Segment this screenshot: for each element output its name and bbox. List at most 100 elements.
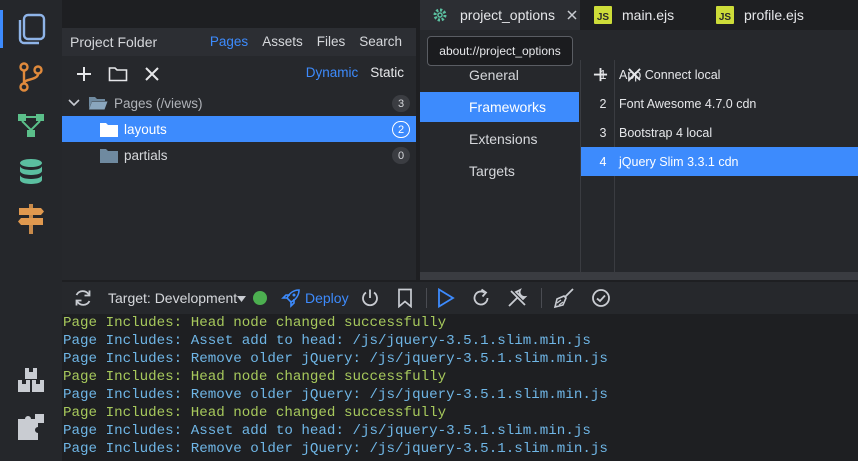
library-number: 2 xyxy=(599,96,607,111)
tools-icon xyxy=(508,288,528,307)
library-row[interactable]: 4 jQuery Slim 3.3.1 cdn xyxy=(581,147,858,176)
bookmark-icon xyxy=(398,288,412,308)
log-line: Page Includes: Asset add to head: /js/jq… xyxy=(63,333,591,349)
project-folder-panel: Project Folder Pages Assets Files Search… xyxy=(62,28,416,280)
plugins-icon[interactable] xyxy=(14,410,48,444)
tree-item-label: layouts xyxy=(124,121,167,137)
toolbar-divider xyxy=(541,288,542,308)
delete-button[interactable] xyxy=(140,62,164,86)
database-icon[interactable] xyxy=(14,156,48,190)
validate-button[interactable] xyxy=(590,287,612,309)
mode-static[interactable]: Static xyxy=(370,65,404,80)
gear-icon xyxy=(433,8,447,22)
library-name: jQuery Slim 3.3.1 cdn xyxy=(619,154,739,169)
redo-icon xyxy=(473,288,489,306)
library-row[interactable]: 2 Font Awesome 4.7.0 cdn xyxy=(581,89,858,118)
count-badge: 0 xyxy=(392,147,410,164)
add-page-button[interactable] xyxy=(72,62,96,86)
folder-open-icon xyxy=(89,97,108,110)
refresh-button[interactable] xyxy=(72,287,94,309)
log-line: Page Includes: Head node changed success… xyxy=(63,369,447,385)
project-folder-title: Project Folder xyxy=(70,34,158,50)
mode-toggle: Dynamic Static xyxy=(306,65,404,80)
pages-icon[interactable] xyxy=(14,12,48,46)
count-badge: 3 xyxy=(392,95,410,112)
bookmark-button[interactable] xyxy=(394,287,416,309)
active-indicator xyxy=(0,10,3,48)
rocket-icon[interactable] xyxy=(280,287,302,309)
tab-label: main.ejs xyxy=(622,7,675,23)
library-name: Bootstrap 4 local xyxy=(619,125,713,140)
power-button[interactable] xyxy=(359,287,381,309)
tree-item-partials[interactable]: partials 0 xyxy=(62,142,416,168)
tab-tooltip: about://project_options xyxy=(427,36,573,66)
log-line: Page Includes: Head node changed success… xyxy=(63,405,447,421)
log-line: Page Includes: Remove older jQuery: /js/… xyxy=(63,387,608,403)
tab-project-options[interactable]: project_options xyxy=(420,0,580,30)
tab-search[interactable]: Search xyxy=(359,34,402,49)
count-badge: 2 xyxy=(392,121,410,138)
folder-icon xyxy=(100,122,118,137)
mode-dynamic[interactable]: Dynamic xyxy=(306,65,359,80)
nav-frameworks[interactable]: Frameworks xyxy=(420,92,579,122)
clean-button[interactable] xyxy=(553,287,575,309)
options-footer xyxy=(420,272,858,280)
library-row[interactable]: 3 Bootstrap 4 local xyxy=(581,118,858,147)
editor-tab-bar: project_options JS main.ejs JS profile.e… xyxy=(420,0,858,30)
plus-icon xyxy=(77,67,91,81)
library-number: 1 xyxy=(599,67,607,82)
git-branch-icon[interactable] xyxy=(14,60,48,94)
target-select[interactable]: Target: Development xyxy=(108,290,237,306)
tree-item-label: Pages (/views) xyxy=(114,95,203,111)
project-folder-tabs: Pages Assets Files Search xyxy=(210,34,402,49)
library-name: App Connect local xyxy=(619,67,721,82)
library-row[interactable]: 1 App Connect local xyxy=(581,60,858,89)
tree-item-layouts[interactable]: layouts 2 xyxy=(62,116,416,142)
tree-item-pages[interactable]: Pages (/views) 3 xyxy=(62,90,416,116)
project-options-panel: General Frameworks Extensions Targets 1 … xyxy=(420,30,858,280)
play-icon xyxy=(438,288,455,308)
js-file-icon: JS xyxy=(716,6,734,24)
flow-icon[interactable] xyxy=(14,108,48,142)
library-name: Font Awesome 4.7.0 cdn xyxy=(619,96,757,111)
tab-profile-ejs[interactable]: JS profile.ejs xyxy=(716,0,846,30)
nav-targets[interactable]: Targets xyxy=(420,156,579,186)
caret-down-icon[interactable] xyxy=(237,296,246,302)
add-folder-button[interactable] xyxy=(106,62,130,86)
toolbar-divider xyxy=(426,288,427,308)
packages-icon[interactable] xyxy=(14,364,48,398)
options-nav: General Frameworks Extensions Targets xyxy=(420,60,579,272)
signpost-icon[interactable] xyxy=(14,202,48,236)
library-number: 4 xyxy=(599,154,607,169)
tab-label: profile.ejs xyxy=(744,7,804,23)
folder-icon xyxy=(100,148,118,163)
deploy-button[interactable]: Deploy xyxy=(305,290,349,306)
nav-extensions[interactable]: Extensions xyxy=(420,124,579,154)
build-button[interactable] xyxy=(506,287,528,309)
refresh-icon xyxy=(75,290,91,306)
log-line: Page Includes: Remove older jQuery: /js/… xyxy=(63,351,608,367)
broom-icon xyxy=(553,288,574,309)
project-folder-toolbar: Dynamic Static xyxy=(62,58,416,88)
tab-main-ejs[interactable]: JS main.ejs xyxy=(594,0,704,30)
tab-label: project_options xyxy=(460,7,555,23)
tab-files[interactable]: Files xyxy=(317,34,346,49)
check-circle-icon xyxy=(592,289,610,307)
log-line: Page Includes: Head node changed success… xyxy=(63,315,447,331)
reload-button[interactable] xyxy=(470,287,492,309)
folder-outline-icon xyxy=(108,67,128,82)
chevron-down-icon[interactable] xyxy=(68,99,80,107)
close-icon xyxy=(145,67,159,81)
power-icon xyxy=(362,289,378,307)
log-line: Page Includes: Asset add to head: /js/jq… xyxy=(63,423,591,439)
bottom-toolbar: Target: Development Deploy xyxy=(62,282,858,314)
tab-assets[interactable]: Assets xyxy=(262,34,303,49)
library-number: 3 xyxy=(599,125,607,140)
close-tab-icon[interactable] xyxy=(567,10,577,20)
library-list: 1 App Connect local 2 Font Awesome 4.7.0… xyxy=(580,60,858,272)
activity-bar xyxy=(0,0,62,461)
tab-pages[interactable]: Pages xyxy=(210,34,248,49)
run-button[interactable] xyxy=(435,287,457,309)
status-indicator xyxy=(253,291,267,305)
console-output: Page Includes: Head node changed success… xyxy=(62,314,858,461)
